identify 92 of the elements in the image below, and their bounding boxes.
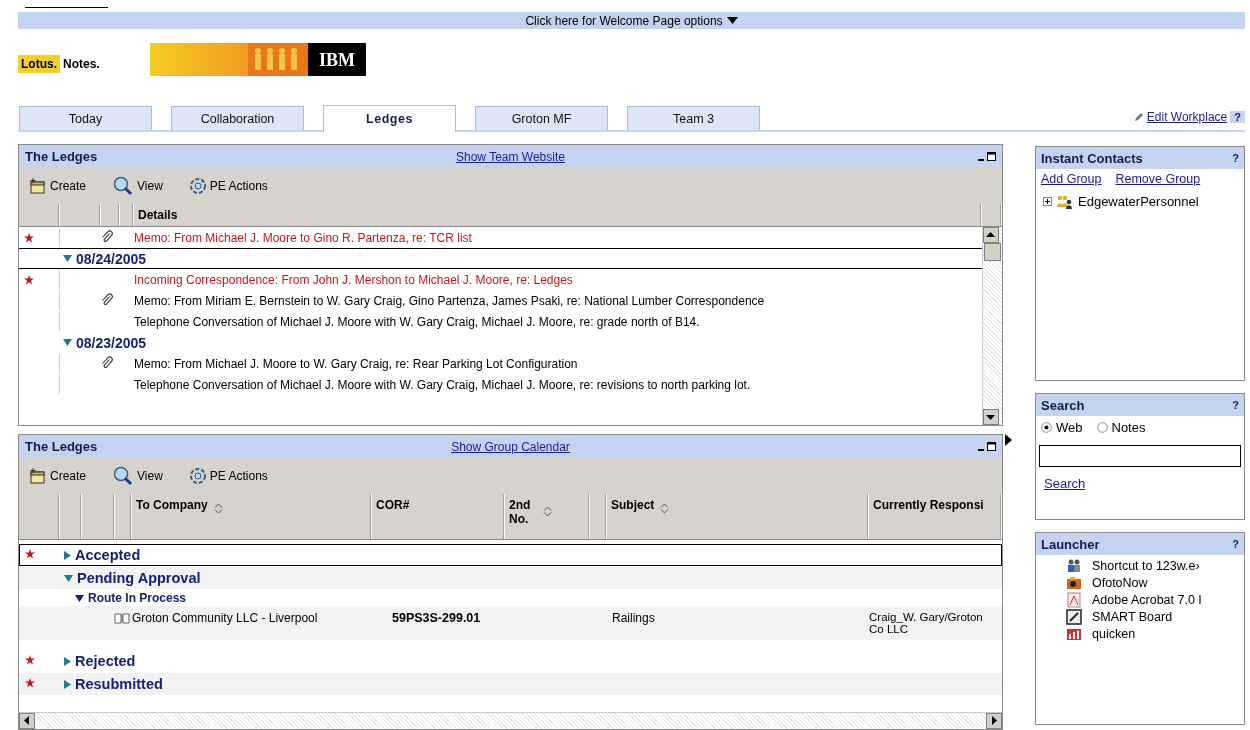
radio-label[interactable]: Web xyxy=(1056,420,1083,435)
tab[interactable]: Collaboration xyxy=(171,106,304,130)
panel-title: The Ledges xyxy=(25,439,99,454)
date-category[interactable]: 08/23/2005 xyxy=(76,334,147,351)
panel-title: Instant Contacts xyxy=(1041,150,1143,166)
document-entry[interactable]: Incoming Correspondence: From John J. Mershon to Michael J. Moore, re: Ledges xyxy=(134,272,982,287)
table-cell-text: Craig_W. Gary/Groton Co LLC xyxy=(869,611,984,635)
date-category[interactable]: 08/24/2005 xyxy=(76,250,147,267)
tab[interactable]: Team 3 xyxy=(627,106,760,130)
maximize-icon[interactable] xyxy=(987,152,996,161)
edit-workplace-link[interactable]: Edit Workplace xyxy=(1146,110,1228,124)
new-document-icon xyxy=(29,468,47,484)
launcher-item[interactable]: quicken xyxy=(1092,627,1136,641)
category-row[interactable]: Pending Approval xyxy=(77,570,201,586)
toolbar-button[interactable]: PE Actions xyxy=(188,177,268,195)
radio-button[interactable] xyxy=(1041,422,1052,433)
magnifier-icon xyxy=(112,176,135,196)
toolbar-button[interactable]: View xyxy=(112,176,163,196)
panel-link[interactable]: Show Team Website xyxy=(456,149,565,164)
tab[interactable]: Groton MF xyxy=(475,106,608,130)
panel-title: Search xyxy=(1041,397,1085,413)
help-button[interactable]: ? xyxy=(1232,152,1239,164)
maximize-icon[interactable] xyxy=(987,442,996,451)
launcher-item[interactable]: SMART Board xyxy=(1092,610,1173,624)
search-field[interactable] xyxy=(1039,445,1241,467)
category-row[interactable]: Rejected xyxy=(75,653,136,669)
column-header[interactable]: Subject xyxy=(611,498,655,512)
column-header[interactable]: To Company xyxy=(136,498,208,512)
column-header[interactable]: Currently Responsi xyxy=(873,498,984,512)
radio-button[interactable] xyxy=(1096,422,1108,433)
launcher-item[interactable]: OfotoNow xyxy=(1092,576,1148,590)
document-icon xyxy=(1066,592,1082,608)
scroll-down-icon[interactable] xyxy=(983,409,999,425)
radio-label[interactable]: Notes xyxy=(1111,420,1146,435)
column-header[interactable]: 2nd No. xyxy=(509,498,537,526)
column-header[interactable]: Details xyxy=(138,208,178,222)
scroll-left-icon[interactable] xyxy=(19,713,35,729)
expand-box-icon[interactable] xyxy=(1043,197,1052,206)
welcome-options-link[interactable]: Click here for Welcome Page options xyxy=(525,13,738,28)
panel-title: The Ledges xyxy=(25,149,99,164)
table-cell-text: 59PS3S-299.01 xyxy=(391,611,482,625)
help-button[interactable]: ? xyxy=(1230,111,1245,123)
table-cell-text: Railings xyxy=(611,611,656,625)
camera-icon xyxy=(1066,575,1082,591)
group-link[interactable]: Add Group xyxy=(1041,172,1102,186)
group-people-icon xyxy=(1056,194,1074,209)
people-icon xyxy=(1066,558,1082,574)
toolbar-button[interactable]: Create xyxy=(29,468,87,484)
expand-triangle-icon[interactable] xyxy=(64,679,71,689)
caret-down-icon xyxy=(726,17,738,24)
horizontal-scrollbar[interactable] xyxy=(19,712,1002,729)
vertical-scrollbar[interactable] xyxy=(982,227,1002,425)
ibm-banner-drawing: IBM xyxy=(149,43,366,76)
launcher-item[interactable]: Shortcut to 123w.e› xyxy=(1092,559,1200,573)
magnifier-icon xyxy=(112,466,135,486)
tab[interactable]: Today xyxy=(19,106,152,130)
new-document-icon xyxy=(29,178,47,194)
category-row[interactable]: Accepted xyxy=(75,547,141,563)
document-entry[interactable]: Memo: From Michael J. Moore to W. Gary Craig, re: Rear Parking Lot Configuration xyxy=(134,356,982,371)
document-entry[interactable]: Memo: From Miriam E. Bernstein to W. Gary Craig, Gino Partenza, James Psaki, re: National Lumber Correspondence xyxy=(134,293,982,308)
document-entry[interactable]: Telephone Conversation of Michael J. Moore with W. Gary Craig, Michael J. Moore, re: revisions to north parking lot. xyxy=(134,377,982,392)
chart-icon xyxy=(1066,626,1082,642)
table-cell[interactable]: Groton Community LLC - Liverpool xyxy=(132,611,318,625)
subcategory-row[interactable]: Route In Process xyxy=(88,591,187,605)
help-button[interactable]: ? xyxy=(1232,538,1239,550)
expand-arrow-icon[interactable] xyxy=(1005,434,1012,446)
panel-link[interactable]: Show Group Calendar xyxy=(451,439,570,454)
document-entry[interactable]: Telephone Conversation of Michael J. Moore with W. Gary Craig, Michael J. Moore, re: grade north of B14. xyxy=(134,314,982,329)
scroll-up-icon[interactable] xyxy=(983,227,999,243)
search-link[interactable]: Search xyxy=(1044,476,1086,491)
document-entry[interactable]: Memo: From Michael J. Moore to Gino R. Partenza, re: TCR list xyxy=(134,230,982,245)
category-row[interactable]: Resubmitted xyxy=(75,676,163,692)
scroll-right-icon[interactable] xyxy=(986,713,1002,729)
launcher-item[interactable]: Adobe Acrobat 7.0 I xyxy=(1092,593,1202,607)
pencil-icon xyxy=(1133,112,1144,122)
notes-logo: Notes. xyxy=(63,57,100,71)
toolbar-button[interactable]: View xyxy=(112,466,163,486)
pen-board-icon xyxy=(1066,609,1082,625)
lotus-logo: Lotus. xyxy=(18,55,60,73)
toolbar-button[interactable]: PE Actions xyxy=(188,467,268,485)
group-link[interactable]: Remove Group xyxy=(1115,172,1201,186)
contact-group[interactable]: EdgewaterPersonnel xyxy=(1078,194,1199,209)
tab[interactable]: Ledges xyxy=(323,105,456,132)
expand-triangle-icon[interactable] xyxy=(64,656,71,666)
collapse-triangle-icon[interactable] xyxy=(75,594,84,602)
scrollbar-thumb[interactable] xyxy=(984,243,1001,261)
panel-title: Launcher xyxy=(1041,536,1100,552)
help-button[interactable]: ? xyxy=(1232,399,1239,411)
expand-triangle-icon[interactable] xyxy=(64,550,71,560)
toolbar-button[interactable]: Create xyxy=(29,178,87,194)
book-icon xyxy=(114,612,130,624)
column-header[interactable]: COR# xyxy=(376,498,410,512)
